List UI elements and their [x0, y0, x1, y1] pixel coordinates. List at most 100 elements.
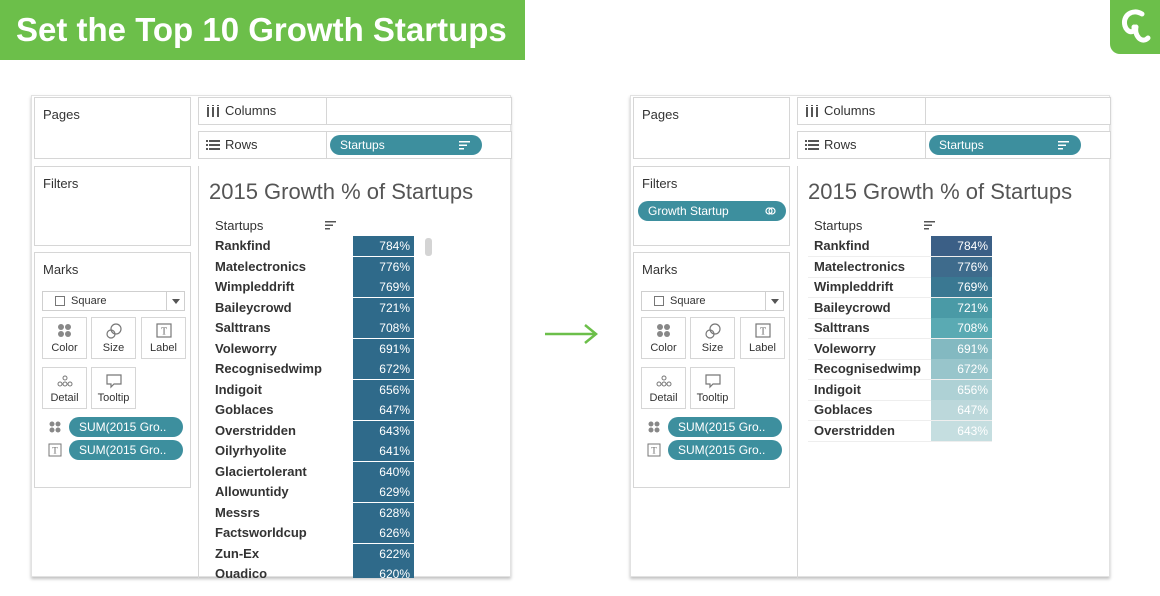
growth-value-cell[interactable]: 691%	[353, 338, 414, 359]
growth-value-cell[interactable]: 672%	[353, 359, 414, 379]
startup-name[interactable]: Baileycrowd	[215, 298, 292, 318]
startup-name[interactable]: Goblaces	[215, 400, 274, 420]
rows-startups-pill[interactable]: Startups	[929, 135, 1081, 155]
growth-value-cell[interactable]: 708%	[931, 318, 992, 338]
growth-value-cell[interactable]: 769%	[353, 277, 414, 297]
size-icon	[106, 323, 122, 339]
growth-value-cell[interactable]: 691%	[931, 338, 992, 359]
rows-pill-label: Startups	[340, 138, 385, 152]
chevron-down-icon[interactable]	[765, 292, 783, 310]
growth-value-cell[interactable]: 776%	[931, 256, 992, 277]
color-icon	[648, 421, 660, 433]
growth-value-cell[interactable]: 672%	[931, 359, 992, 379]
startup-name[interactable]: Matelectronics	[215, 257, 306, 277]
growth-value-cell[interactable]: 784%	[931, 236, 992, 256]
sort-icon[interactable]	[459, 140, 470, 150]
rows-shelf[interactable]: Rows Startups	[797, 131, 1111, 159]
tooltip-label: Tooltip	[97, 392, 130, 404]
growth-value-cell[interactable]: 628%	[353, 502, 414, 523]
size-button[interactable]: Size	[690, 317, 735, 359]
color-button[interactable]: Color	[641, 317, 686, 359]
label-button[interactable]: T Label	[141, 317, 186, 359]
columns-shelf[interactable]: Columns	[797, 97, 1111, 125]
filters-card[interactable]: Filters Growth Startup	[633, 166, 790, 246]
mark-type-select[interactable]: Square	[42, 291, 185, 311]
growth-value-cell[interactable]: 647%	[931, 400, 992, 420]
column-header-startups: Startups	[215, 218, 264, 233]
scroll-bar[interactable]	[425, 238, 432, 256]
tableau-window-after: Pages Filters Growth Startup Marks Squar…	[630, 95, 1111, 578]
startup-name[interactable]: Overstridden	[215, 421, 296, 441]
svg-text:T: T	[760, 327, 766, 338]
startup-name[interactable]: Voleworry	[215, 339, 277, 359]
growth-value-cell[interactable]: 656%	[931, 379, 992, 400]
marks-card: Marks Square Color Size T Label Detail T…	[633, 252, 790, 488]
filter-growth-startup-pill[interactable]: Growth Startup	[638, 201, 786, 221]
startup-name[interactable]: Messrs	[215, 503, 260, 523]
marks-label-pill[interactable]: SUM(2015 Gro..	[69, 440, 183, 460]
marks-label-pill[interactable]: SUM(2015 Gro..	[668, 440, 782, 460]
size-button[interactable]: Size	[91, 317, 136, 359]
startup-name[interactable]: Factsworldcup	[215, 523, 307, 543]
tooltip-button[interactable]: Tooltip	[91, 367, 136, 409]
startup-name[interactable]: Glaciertolerant	[215, 462, 307, 482]
color-button[interactable]: Color	[42, 317, 87, 359]
startup-name[interactable]: Oilyrhyolite	[215, 441, 287, 461]
detail-button[interactable]: Detail	[42, 367, 87, 409]
growth-value-cell[interactable]: 640%	[353, 461, 414, 482]
startup-name[interactable]: Indigoit	[814, 380, 861, 400]
sort-icon[interactable]	[325, 220, 336, 230]
growth-value-cell[interactable]: 643%	[931, 420, 992, 441]
column-header-startups: Startups	[814, 218, 863, 233]
startup-name[interactable]: Overstridden	[814, 421, 895, 441]
chevron-down-icon[interactable]	[166, 292, 184, 310]
growth-value-cell[interactable]: 629%	[353, 482, 414, 502]
startup-name[interactable]: Recognisedwimp	[215, 359, 322, 379]
mark-type-select[interactable]: Square	[641, 291, 784, 311]
filters-card[interactable]: Filters	[34, 166, 191, 246]
size-label: Size	[701, 342, 724, 354]
growth-value-cell[interactable]: 643%	[353, 420, 414, 441]
rows-startups-pill[interactable]: Startups	[330, 135, 482, 155]
sort-icon[interactable]	[924, 220, 935, 230]
startup-name[interactable]: Salttrans	[814, 318, 870, 338]
growth-value-cell[interactable]: 641%	[353, 441, 414, 461]
sort-icon[interactable]	[1058, 140, 1069, 150]
marks-color-pill[interactable]: SUM(2015 Gro..	[668, 417, 782, 437]
rows-shelf[interactable]: Rows Startups	[198, 131, 512, 159]
startup-name[interactable]: Rankfind	[814, 236, 870, 256]
columns-label: Columns	[798, 98, 926, 124]
tooltip-button[interactable]: Tooltip	[690, 367, 735, 409]
detail-button[interactable]: Detail	[641, 367, 686, 409]
startup-name[interactable]: Zun-Ex	[215, 544, 259, 564]
marks-color-pill[interactable]: SUM(2015 Gro..	[69, 417, 183, 437]
growth-value-cell[interactable]: 620%	[353, 564, 414, 578]
growth-value-cell[interactable]: 721%	[931, 297, 992, 318]
growth-value-cell[interactable]: 721%	[353, 297, 414, 318]
growth-value-cell[interactable]: 784%	[353, 236, 414, 256]
growth-value-cell[interactable]: 656%	[353, 379, 414, 400]
growth-value-cell[interactable]: 708%	[353, 318, 414, 338]
startup-name[interactable]: Baileycrowd	[814, 298, 891, 318]
startup-name[interactable]: Voleworry	[814, 339, 876, 359]
growth-value-cell[interactable]: 626%	[353, 523, 414, 543]
startup-name[interactable]: Recognisedwimp	[814, 359, 921, 379]
startup-name[interactable]: Wimpleddrift	[215, 277, 294, 297]
pages-label: Pages	[43, 107, 80, 122]
growth-value-cell[interactable]: 776%	[353, 256, 414, 277]
growth-value-cell[interactable]: 622%	[353, 543, 414, 564]
columns-shelf[interactable]: Columns	[198, 97, 512, 125]
growth-value-cell[interactable]: 769%	[931, 277, 992, 297]
startup-name[interactable]: Indigoit	[215, 380, 262, 400]
growth-value-cell[interactable]: 647%	[353, 400, 414, 420]
label-button[interactable]: T Label	[740, 317, 785, 359]
startup-name[interactable]: Matelectronics	[814, 257, 905, 277]
startup-name[interactable]: Goblaces	[814, 400, 873, 420]
startup-name[interactable]: Salttrans	[215, 318, 271, 338]
viz-area: 2015 Growth % of Startups Startups Rankf…	[797, 166, 1111, 578]
startup-name[interactable]: Allowuntidy	[215, 482, 289, 502]
startup-name[interactable]: Wimpleddrift	[814, 277, 893, 297]
detail-label: Detail	[50, 392, 79, 404]
startup-name[interactable]: Rankfind	[215, 236, 271, 256]
startup-name[interactable]: Quadico	[215, 564, 267, 578]
